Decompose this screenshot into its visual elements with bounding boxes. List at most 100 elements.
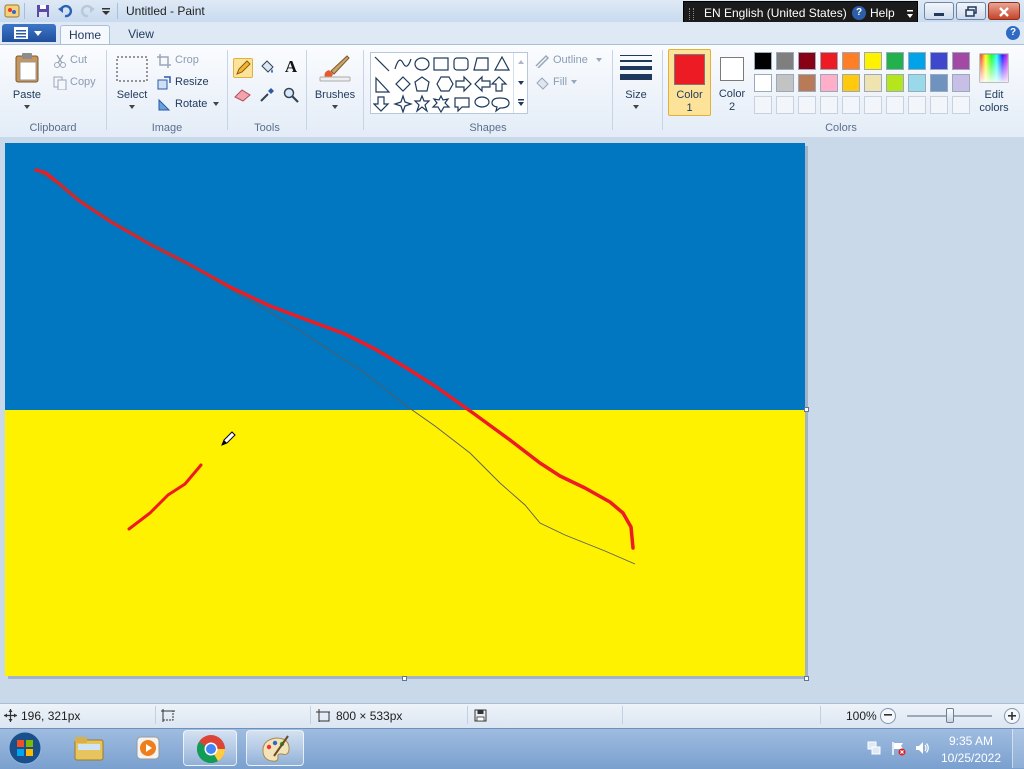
palette-swatch[interactable] (820, 74, 838, 92)
palette-swatch[interactable] (908, 52, 926, 70)
size-dropdown-icon (633, 105, 639, 109)
volume-icon[interactable] (914, 740, 930, 756)
palette-swatch[interactable] (864, 74, 882, 92)
color1-label-line2: 1 (686, 102, 693, 114)
paint-menu-button[interactable] (2, 24, 56, 42)
pencil-icon (236, 60, 251, 75)
palette-swatch[interactable] (930, 52, 948, 70)
palette-swatch[interactable] (842, 52, 860, 70)
palette-swatch[interactable] (952, 52, 970, 70)
start-button[interactable] (4, 730, 46, 766)
title-bar: Untitled - Paint EN English (United Stat… (0, 0, 1024, 25)
save-icon[interactable] (35, 3, 51, 19)
undo-icon[interactable] (57, 3, 73, 19)
taskbar-chrome[interactable] (183, 730, 237, 766)
show-desktop-button[interactable] (1012, 729, 1024, 768)
size-button[interactable]: Size (616, 50, 656, 116)
cut-button[interactable]: Cut (52, 53, 102, 69)
zoom-in-button[interactable] (1004, 708, 1020, 724)
palette-empty-slot[interactable] (908, 96, 926, 114)
palette-empty-slot[interactable] (754, 96, 772, 114)
language-label[interactable]: EN English (United States) (704, 6, 847, 20)
drawing-canvas[interactable] (5, 143, 805, 676)
rotate-label: Rotate (175, 98, 208, 110)
palette-empty-slot[interactable] (798, 96, 816, 114)
palette-swatch[interactable] (864, 52, 882, 70)
clipboard-group-label: Clipboard (29, 122, 77, 134)
taskbar-paint[interactable] (246, 730, 304, 766)
canvas-resize-handle-corner[interactable] (804, 676, 809, 681)
help-question-icon[interactable]: ? (852, 6, 866, 20)
action-center-flag-icon[interactable] (890, 740, 906, 756)
fill-tool[interactable] (257, 58, 277, 78)
resize-button[interactable]: Resize (156, 75, 216, 91)
brushes-button[interactable]: Brushes (312, 50, 358, 116)
select-button[interactable]: Select (112, 50, 152, 116)
palette-swatch[interactable] (842, 74, 860, 92)
palette-swatch[interactable] (952, 74, 970, 92)
paint-palette-icon (262, 735, 290, 762)
palette-swatch[interactable] (886, 52, 904, 70)
color1-button[interactable]: Color 1 (668, 49, 711, 116)
palette-empty-slot[interactable] (952, 96, 970, 114)
minimize-button[interactable] (924, 2, 954, 20)
crop-button[interactable]: Crop (156, 53, 216, 69)
windows-orb-icon (8, 731, 42, 765)
palette-empty-slot[interactable] (776, 96, 794, 114)
ribbon-help-icon[interactable]: ? (1006, 26, 1020, 40)
text-tool[interactable]: A (281, 58, 301, 78)
rotate-button[interactable]: Rotate (156, 97, 222, 113)
shapes-scroll-arrows-icon (518, 60, 524, 106)
shapes-gallery-scroll[interactable] (513, 53, 528, 113)
palette-swatch[interactable] (908, 74, 926, 92)
taskbar-media-player[interactable] (122, 730, 176, 766)
magnifier-tool[interactable] (281, 86, 301, 106)
network-icon[interactable] (866, 740, 882, 756)
palette-swatch[interactable] (930, 74, 948, 92)
taskbar-explorer[interactable] (62, 730, 116, 766)
palette-swatch[interactable] (798, 74, 816, 92)
paint-app-icon[interactable] (4, 3, 20, 19)
palette-swatch[interactable] (776, 52, 794, 70)
customize-quick-access-icon[interactable] (100, 3, 116, 19)
palette-empty-slot[interactable] (842, 96, 860, 114)
palette-empty-slot[interactable] (820, 96, 838, 114)
palette-swatch[interactable] (776, 74, 794, 92)
close-button[interactable] (988, 2, 1020, 20)
select-rectangle-icon (116, 56, 148, 82)
language-bar-help[interactable]: Help (870, 6, 895, 20)
clock-date[interactable]: 10/25/2022 (936, 751, 1006, 765)
palette-swatch[interactable] (820, 52, 838, 70)
paint-bucket-icon (261, 60, 274, 73)
canvas-yellow-band (5, 410, 805, 676)
color-picker-tool[interactable] (257, 86, 277, 106)
palette-empty-slot[interactable] (930, 96, 948, 114)
edit-colors-button[interactable]: Edit colors (974, 50, 1014, 116)
eraser-tool[interactable] (233, 86, 253, 106)
pencil-tool[interactable] (233, 58, 253, 78)
tab-home[interactable]: Home (60, 25, 110, 45)
copy-button[interactable]: Copy (52, 75, 102, 91)
cursor-position-icon (4, 709, 17, 722)
rotate-dropdown-icon (213, 102, 219, 106)
palette-swatch[interactable] (754, 52, 772, 70)
palette-swatch[interactable] (886, 74, 904, 92)
zoom-out-button[interactable] (880, 708, 896, 724)
canvas-resize-handle-bottom[interactable] (402, 676, 407, 681)
language-bar-options-icon[interactable] (906, 8, 914, 20)
outline-button[interactable]: Outline (533, 53, 607, 69)
palette-empty-slot[interactable] (864, 96, 882, 114)
palette-swatch[interactable] (754, 74, 772, 92)
color2-button[interactable]: Color 2 (713, 49, 751, 116)
zoom-slider-thumb[interactable] (946, 708, 954, 723)
paste-button[interactable]: Paste (6, 50, 48, 116)
canvas-resize-handle-right[interactable] (804, 407, 809, 412)
redo-icon[interactable] (80, 3, 96, 19)
clock-time[interactable]: 9:35 AM (936, 734, 1006, 748)
palette-empty-slot[interactable] (886, 96, 904, 114)
tab-view[interactable]: View (116, 25, 166, 45)
maximize-button[interactable] (956, 2, 986, 20)
fill-button[interactable]: Fill (533, 75, 593, 91)
copy-label: Copy (70, 76, 96, 88)
palette-swatch[interactable] (798, 52, 816, 70)
